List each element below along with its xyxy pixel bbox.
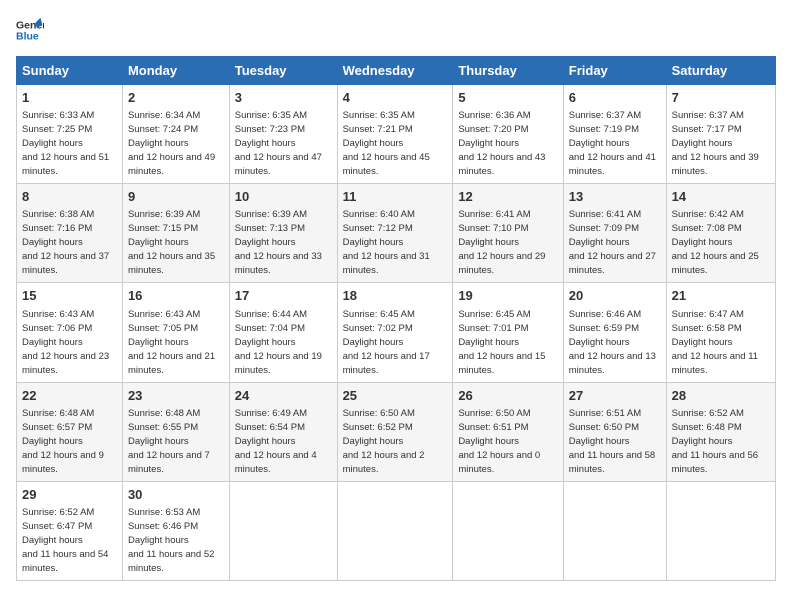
table-row: 1 Sunrise: 6:33 AMSunset: 7:25 PMDayligh…	[17, 85, 123, 184]
col-tuesday: Tuesday	[229, 57, 337, 85]
table-row: 7 Sunrise: 6:37 AMSunset: 7:17 PMDayligh…	[666, 85, 775, 184]
table-row: 20 Sunrise: 6:46 AMSunset: 6:59 PMDaylig…	[563, 283, 666, 382]
svg-text:Blue: Blue	[16, 31, 39, 43]
week-row: 29 Sunrise: 6:52 AMSunset: 6:47 PMDaylig…	[17, 481, 776, 580]
empty-cell	[229, 481, 337, 580]
table-row: 8 Sunrise: 6:38 AMSunset: 7:16 PMDayligh…	[17, 184, 123, 283]
table-row: 18 Sunrise: 6:45 AMSunset: 7:02 PMDaylig…	[337, 283, 453, 382]
table-row: 3 Sunrise: 6:35 AMSunset: 7:23 PMDayligh…	[229, 85, 337, 184]
empty-cell	[453, 481, 563, 580]
table-row: 11 Sunrise: 6:40 AMSunset: 7:12 PMDaylig…	[337, 184, 453, 283]
logo-icon: General Blue	[16, 16, 44, 44]
empty-cell	[666, 481, 775, 580]
table-row: 6 Sunrise: 6:37 AMSunset: 7:19 PMDayligh…	[563, 85, 666, 184]
col-sunday: Sunday	[17, 57, 123, 85]
week-row: 1 Sunrise: 6:33 AMSunset: 7:25 PMDayligh…	[17, 85, 776, 184]
table-row: 14 Sunrise: 6:42 AMSunset: 7:08 PMDaylig…	[666, 184, 775, 283]
table-row: 28 Sunrise: 6:52 AMSunset: 6:48 PMDaylig…	[666, 382, 775, 481]
header-row: Sunday Monday Tuesday Wednesday Thursday…	[17, 57, 776, 85]
table-row: 5 Sunrise: 6:36 AMSunset: 7:20 PMDayligh…	[453, 85, 563, 184]
table-row: 10 Sunrise: 6:39 AMSunset: 7:13 PMDaylig…	[229, 184, 337, 283]
empty-cell	[563, 481, 666, 580]
logo: General Blue	[16, 16, 44, 44]
table-row: 27 Sunrise: 6:51 AMSunset: 6:50 PMDaylig…	[563, 382, 666, 481]
table-row: 21 Sunrise: 6:47 AMSunset: 6:58 PMDaylig…	[666, 283, 775, 382]
table-row: 26 Sunrise: 6:50 AMSunset: 6:51 PMDaylig…	[453, 382, 563, 481]
table-row: 19 Sunrise: 6:45 AMSunset: 7:01 PMDaylig…	[453, 283, 563, 382]
table-row: 4 Sunrise: 6:35 AMSunset: 7:21 PMDayligh…	[337, 85, 453, 184]
table-row: 25 Sunrise: 6:50 AMSunset: 6:52 PMDaylig…	[337, 382, 453, 481]
table-row: 22 Sunrise: 6:48 AMSunset: 6:57 PMDaylig…	[17, 382, 123, 481]
table-row: 9 Sunrise: 6:39 AMSunset: 7:15 PMDayligh…	[122, 184, 229, 283]
col-monday: Monday	[122, 57, 229, 85]
page-header: General Blue	[16, 16, 776, 44]
table-row: 30 Sunrise: 6:53 AMSunset: 6:46 PMDaylig…	[122, 481, 229, 580]
week-row: 15 Sunrise: 6:43 AMSunset: 7:06 PMDaylig…	[17, 283, 776, 382]
table-row: 16 Sunrise: 6:43 AMSunset: 7:05 PMDaylig…	[122, 283, 229, 382]
empty-cell	[337, 481, 453, 580]
col-thursday: Thursday	[453, 57, 563, 85]
week-row: 22 Sunrise: 6:48 AMSunset: 6:57 PMDaylig…	[17, 382, 776, 481]
calendar-table: Sunday Monday Tuesday Wednesday Thursday…	[16, 56, 776, 581]
table-row: 24 Sunrise: 6:49 AMSunset: 6:54 PMDaylig…	[229, 382, 337, 481]
table-row: 23 Sunrise: 6:48 AMSunset: 6:55 PMDaylig…	[122, 382, 229, 481]
col-saturday: Saturday	[666, 57, 775, 85]
col-wednesday: Wednesday	[337, 57, 453, 85]
table-row: 29 Sunrise: 6:52 AMSunset: 6:47 PMDaylig…	[17, 481, 123, 580]
table-row: 12 Sunrise: 6:41 AMSunset: 7:10 PMDaylig…	[453, 184, 563, 283]
table-row: 17 Sunrise: 6:44 AMSunset: 7:04 PMDaylig…	[229, 283, 337, 382]
table-row: 2 Sunrise: 6:34 AMSunset: 7:24 PMDayligh…	[122, 85, 229, 184]
table-row: 15 Sunrise: 6:43 AMSunset: 7:06 PMDaylig…	[17, 283, 123, 382]
table-row: 13 Sunrise: 6:41 AMSunset: 7:09 PMDaylig…	[563, 184, 666, 283]
week-row: 8 Sunrise: 6:38 AMSunset: 7:16 PMDayligh…	[17, 184, 776, 283]
col-friday: Friday	[563, 57, 666, 85]
